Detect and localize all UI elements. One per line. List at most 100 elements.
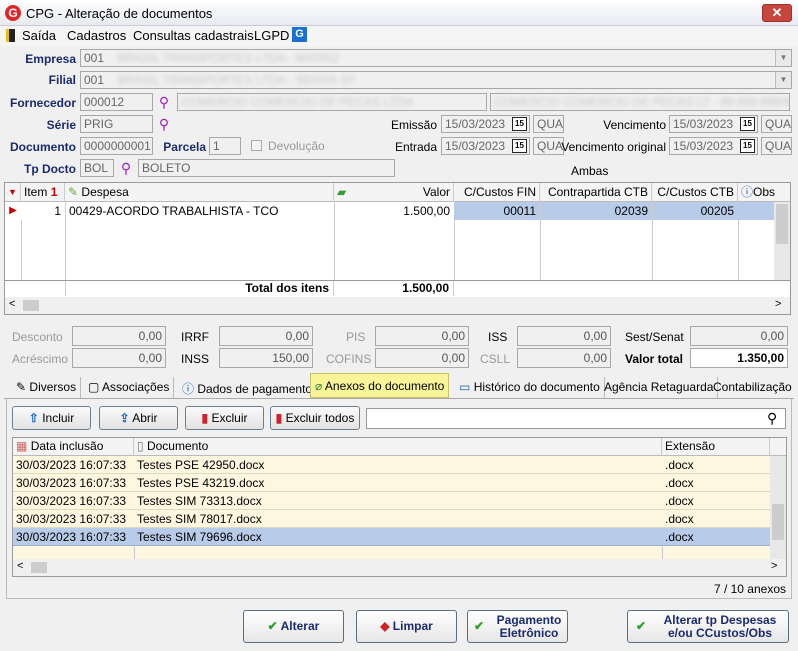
menu-cadastros[interactable]: Cadastros: [67, 28, 126, 43]
fornecedor-search-icon[interactable]: ⚲: [156, 94, 172, 110]
search-icon[interactable]: ⚲: [767, 410, 777, 427]
filial-field[interactable]: 001 BRASIL TRANSPORTES LTDA - SERRA SP ▼: [80, 71, 792, 89]
menu-lgpd[interactable]: LGPD: [254, 28, 289, 43]
col-item[interactable]: Item 1: [21, 183, 65, 202]
table-row[interactable]: 30/03/2023 16:07:33 Testes PSE 42950.doc…: [13, 456, 770, 474]
items-hscroll[interactable]: < >: [5, 297, 790, 314]
excluir-todos-button[interactable]: ▮ Excluir todos: [270, 406, 360, 430]
pis-field[interactable]: 0,00: [375, 326, 469, 346]
item-contrapartida: 02039: [540, 202, 652, 220]
alterar-tp-despesas-button[interactable]: ✔ Alterar tp Despesas e/ou CCustos/Obs: [627, 610, 789, 643]
help-logo-icon[interactable]: G: [292, 27, 307, 42]
calendar-icon[interactable]: 15: [740, 139, 755, 153]
attach-vscroll[interactable]: [770, 456, 786, 559]
col-data-label: Data inclusão: [30, 439, 104, 453]
col-valor[interactable]: ▰ Valor: [334, 183, 454, 202]
serie-field[interactable]: PRIG: [80, 115, 153, 133]
limpar-label: Limpar: [392, 619, 433, 633]
col-documento-label: Documento: [146, 439, 209, 453]
tab-contabilizacao[interactable]: Contabilização: [709, 377, 796, 398]
abrir-button[interactable]: ⇪ Abrir: [99, 406, 178, 430]
document-icon: ▭: [459, 380, 471, 394]
items-vscroll[interactable]: [774, 202, 790, 280]
grid-line: [662, 546, 663, 559]
col-cc-ctb[interactable]: C/Custos CTB: [652, 183, 738, 202]
tab-agencia[interactable]: Agência Retaguarda: [600, 377, 719, 398]
chevron-left-icon[interactable]: <: [17, 560, 23, 572]
acrescimo-field[interactable]: 0,00: [72, 348, 166, 368]
incluir-button[interactable]: ⇧ Incluir: [12, 406, 91, 430]
calendar-icon[interactable]: 15: [740, 117, 755, 131]
alterar-button[interactable]: ✔ Alterar: [243, 610, 344, 643]
entrada-field[interactable]: 15/03/2023 15: [441, 137, 530, 155]
window-title: CPG - Alteração de documentos: [26, 6, 213, 21]
emissao-field[interactable]: 15/03/2023 15: [441, 115, 530, 133]
empresa-field[interactable]: 001 BRASIL TRANSPORTES LTDA - MATRIZ ▼: [80, 49, 792, 67]
fornecedor-code-field[interactable]: 000012: [80, 93, 153, 111]
desconto-field[interactable]: 0,00: [72, 326, 166, 346]
venc-original-field[interactable]: 15/03/2023 15: [669, 137, 758, 155]
menu-saida[interactable]: Saída: [22, 28, 56, 43]
scroll-thumb[interactable]: [23, 300, 39, 311]
tab-dados-pagamento[interactable]: ⓘ Dados de pagamento: [178, 377, 318, 398]
excluir-label: Excluir: [211, 411, 248, 425]
chevron-down-icon[interactable]: ▼: [775, 72, 791, 88]
tpdocto-search-icon[interactable]: ⚲: [118, 160, 134, 176]
scroll-thumb[interactable]: [776, 204, 788, 244]
tab-associacoes[interactable]: ▢ Associações: [84, 377, 175, 398]
venc-original-weekday: QUA: [761, 137, 792, 155]
col-contrapartida[interactable]: Contrapartida CTB: [540, 183, 652, 202]
exit-icon: [6, 29, 15, 42]
scroll-thumb[interactable]: [772, 504, 784, 540]
tpdocto-name-field[interactable]: BOLETO: [138, 159, 395, 177]
menu-bar: Saída Cadastros Consultas cadastrais LGP…: [0, 26, 798, 46]
item-row[interactable]: ▶ 1 00429-ACORDO TRABALHISTA - TCO 1.500…: [5, 202, 775, 220]
calendar-icon: ▦: [16, 439, 28, 453]
csll-field[interactable]: 0,00: [517, 348, 611, 368]
excluir-button[interactable]: ▮ Excluir: [185, 406, 264, 430]
vencimento-field[interactable]: 15/03/2023 15: [669, 115, 758, 133]
sort-arrow-icon: ▼: [5, 183, 21, 202]
irrf-field[interactable]: 0,00: [219, 326, 313, 346]
scroll-thumb[interactable]: [31, 562, 47, 573]
chevron-left-icon[interactable]: <: [9, 298, 15, 310]
attach-search-input[interactable]: ⚲: [366, 408, 786, 429]
limpar-button[interactable]: ◆ Limpar: [356, 610, 457, 643]
items-total-label: Total dos itens: [65, 281, 334, 296]
chevron-right-icon[interactable]: >: [775, 298, 781, 310]
table-row-selected[interactable]: 30/03/2023 16:07:33 Testes SIM 79696.doc…: [13, 528, 770, 546]
cofins-field[interactable]: 0,00: [375, 348, 469, 368]
calendar-icon[interactable]: 15: [512, 117, 527, 131]
inss-field[interactable]: 150,00: [219, 348, 313, 368]
tpdocto-code-field[interactable]: BOL: [80, 159, 114, 177]
documento-field[interactable]: 0000000001: [80, 137, 153, 155]
table-row[interactable]: 30/03/2023 16:07:33 Testes SIM 73313.doc…: [13, 492, 770, 510]
tab-historico[interactable]: ▭ Histórico do documento: [455, 377, 605, 398]
col-obs[interactable]: ⓘObs: [738, 183, 790, 202]
col-documento[interactable]: ▯ Documento: [134, 438, 662, 456]
pagamento-eletronico-button[interactable]: ✔ Pagamento Eletrônico: [467, 610, 568, 643]
table-row[interactable]: 30/03/2023 16:07:33 Testes PSE 43219.doc…: [13, 474, 770, 492]
tab-label: Associações: [102, 380, 170, 394]
col-data-inclusao[interactable]: ▦ Data inclusão: [13, 438, 134, 456]
serie-search-icon[interactable]: ⚲: [156, 116, 172, 132]
tab-anexos[interactable]: ⌀ Anexos do documento: [310, 373, 450, 398]
attach-hscroll[interactable]: < >: [13, 559, 786, 576]
fornecedor-fantasia-field[interactable]: COMERCIO COMERCIO DE PECAS LT - 99.999.9…: [490, 93, 790, 111]
parcela-field[interactable]: 1: [209, 137, 241, 155]
calendar-icon[interactable]: 15: [512, 139, 527, 153]
venc-original-label: Vencimento original: [561, 140, 666, 154]
sest-field[interactable]: 0,00: [690, 326, 788, 346]
table-row[interactable]: 30/03/2023 16:07:33 Testes SIM 78017.doc…: [13, 510, 770, 528]
tab-diversos[interactable]: ✎ Diversos: [12, 377, 82, 398]
menu-consultas[interactable]: Consultas cadastrais: [133, 28, 254, 43]
col-despesa[interactable]: ✎ Despesa: [65, 183, 334, 202]
col-extensao[interactable]: Extensão: [662, 438, 770, 456]
fornecedor-name-field[interactable]: COMERCIO COMERCIO DE PECAS LTDA: [177, 93, 487, 111]
iss-field[interactable]: 0,00: [517, 326, 611, 346]
col-cc-fin[interactable]: C/Custos FIN: [454, 183, 540, 202]
devolucao-checkbox[interactable]: [251, 140, 262, 151]
chevron-right-icon[interactable]: >: [771, 560, 777, 572]
chevron-down-icon[interactable]: ▼: [775, 50, 791, 66]
close-button[interactable]: ✕: [762, 4, 792, 22]
